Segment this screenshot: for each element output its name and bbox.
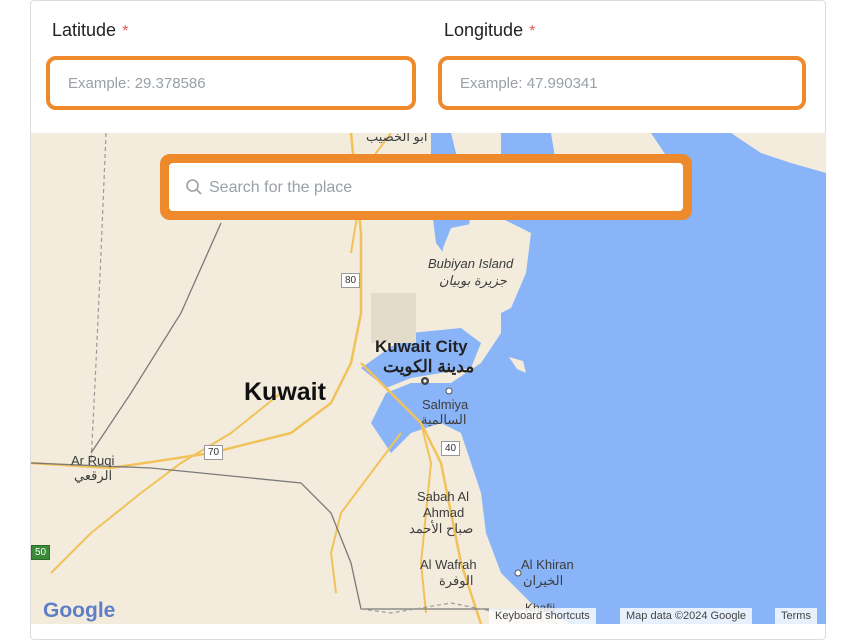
terms-link[interactable]: Terms <box>775 608 817 624</box>
park-area <box>371 293 416 343</box>
sabah-label-en-2: Ahmad <box>423 505 465 520</box>
keyboard-shortcuts-link[interactable]: Keyboard shortcuts <box>489 608 596 624</box>
salmiya-label-ar: السالمية <box>421 412 467 427</box>
bubiyan-label-en: Bubiyan Island <box>428 256 514 271</box>
route-70-shield: 70 <box>204 445 224 460</box>
latitude-required-mark: * <box>122 23 129 40</box>
road-4 <box>329 432 402 594</box>
country-label: Kuwait <box>244 378 326 406</box>
search-icon <box>186 179 202 195</box>
salmiya-marker <box>445 387 453 395</box>
place-search-frame <box>160 154 692 220</box>
longitude-field-frame <box>438 56 806 110</box>
salmiya-label-en: Salmiya <box>422 397 469 412</box>
arruqi-label-en: Ar Ruqi <box>71 453 115 468</box>
map-data-attribution: Map data ©2024 Google <box>620 608 753 624</box>
google-logo: Google <box>43 599 116 622</box>
latitude-label-text: Latitude <box>52 20 117 40</box>
border-west <box>90 133 107 464</box>
longitude-required-mark: * <box>529 23 536 40</box>
wafrah-label-en: Al Wafrah <box>420 557 477 572</box>
kuwait-city-label-ar: مدينة الكويت <box>383 357 475 376</box>
top-arabic-label: ابو الخصيب <box>366 133 428 144</box>
sabah-label-en-1: Sabah Al <box>417 489 470 504</box>
longitude-label: Longitude * <box>444 20 535 41</box>
place-search-box <box>169 163 683 213</box>
khiran-label-en: Al Khiran <box>521 557 574 572</box>
longitude-label-text: Longitude <box>444 20 524 40</box>
kuwait-city-label-en: Kuwait City <box>375 337 468 356</box>
route-80-shield: 80 <box>341 273 361 288</box>
place-search-input[interactable] <box>207 163 681 213</box>
route-50-shield: 50 <box>31 545 51 560</box>
bubiyan-label-ar: جزيرة بوبيان <box>439 273 507 288</box>
khiran-label-ar: الخيران <box>523 573 564 588</box>
latitude-field-frame <box>46 56 416 110</box>
arruqi-label-ar: الرقعي <box>74 468 113 483</box>
route-40-shield: 40 <box>441 441 461 456</box>
latitude-input[interactable] <box>50 60 412 106</box>
wafrah-label-ar: الوفرة <box>439 573 474 588</box>
sabah-label-ar: صباح الأحمد <box>409 521 474 536</box>
longitude-input[interactable] <box>442 60 802 106</box>
border-north <box>90 222 222 454</box>
latitude-label: Latitude * <box>52 20 128 41</box>
